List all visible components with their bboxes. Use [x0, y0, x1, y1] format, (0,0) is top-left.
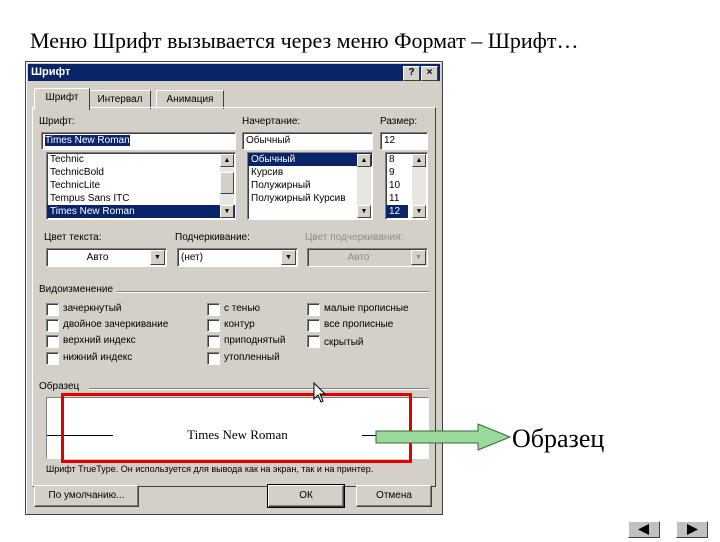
ok-button[interactable]: ОК [267, 484, 345, 508]
preview-note: Шрифт TrueType. Он используется для выво… [46, 464, 374, 474]
scroll-thumb[interactable] [220, 172, 234, 194]
emboss-checkbox[interactable] [207, 335, 220, 348]
nav-next-icon [687, 524, 698, 535]
font-name-value: Times New Roman [45, 135, 130, 146]
size-list-scrollbar[interactable]: ▲ ▼ [412, 154, 426, 218]
outline-label[interactable]: контур [224, 319, 255, 330]
dropdown-arrow-icon[interactable]: ▼ [150, 250, 165, 265]
default-button-label: По умолчанию... [48, 490, 125, 501]
scroll-down-icon[interactable]: ▼ [357, 205, 371, 218]
close-icon[interactable]: × [421, 66, 438, 81]
list-item[interactable]: Полужирный [248, 179, 372, 192]
font-name-input[interactable]: Times New Roman [41, 132, 236, 150]
underline-value: (нет) [181, 252, 203, 263]
color-select[interactable]: Авто ▼ [46, 248, 167, 267]
hidden-checkbox[interactable] [307, 335, 320, 348]
superscript-checkbox[interactable] [46, 335, 59, 348]
underline-label: Подчеркивание: [175, 232, 250, 243]
color-value: Авто [86, 252, 109, 263]
scroll-down-icon[interactable]: ▼ [220, 205, 234, 218]
callout-label: Образец [512, 424, 605, 453]
underline-color-select: Авто ▼ [307, 248, 428, 267]
emboss-label[interactable]: приподнятый [224, 335, 285, 346]
underline-select[interactable]: (нет) ▼ [177, 248, 298, 267]
nav-prev-button[interactable] [628, 521, 660, 538]
underline-color-value: Авто [347, 252, 370, 263]
arrow-right-icon [375, 423, 512, 451]
slide-title: Меню Шрифт вызывается через меню Формат … [30, 28, 579, 53]
small-caps-checkbox[interactable] [307, 303, 320, 316]
font-list-scrollbar[interactable]: ▲ ▼ [220, 154, 234, 218]
list-item[interactable]: Полужирный Курсив [248, 192, 372, 205]
style-label: Начертание: [242, 116, 301, 127]
dialog-title: Шрифт [31, 66, 71, 78]
style-list[interactable]: Обычный Курсив Полужирный Полужирный Кур… [247, 152, 373, 220]
double-strikethrough-checkbox[interactable] [46, 319, 59, 332]
default-button[interactable]: По умолчанию... [34, 485, 139, 507]
hidden-label[interactable]: скрытый [324, 337, 363, 348]
shadow-checkbox[interactable] [207, 303, 220, 316]
font-label: Шрифт: [39, 116, 75, 127]
subscript-checkbox[interactable] [46, 352, 59, 365]
preview-divider [89, 388, 429, 390]
scroll-down-icon[interactable]: ▼ [412, 205, 426, 218]
size-label: Размер: [380, 116, 418, 127]
tab-font[interactable]: Шрифт [34, 88, 90, 110]
font-list[interactable]: Technic TechnicBold TechnicLite Tempus S… [46, 152, 236, 220]
shadow-label[interactable]: с тенью [224, 303, 260, 314]
style-input[interactable]: Обычный [242, 132, 373, 150]
effects-divider [117, 291, 429, 293]
list-item[interactable]: TechnicBold [47, 166, 235, 179]
dropdown-arrow-icon: ▼ [411, 250, 426, 265]
strikethrough-label[interactable]: зачеркнутый [63, 303, 122, 314]
cancel-button[interactable]: Отмена [356, 485, 432, 507]
list-item[interactable]: Курсив [248, 166, 372, 179]
ok-button-label: ОК [299, 490, 313, 501]
dialog-titlebar: Шрифт ? × [28, 64, 440, 81]
color-label: Цвет текста: [44, 232, 102, 243]
list-item[interactable]: TechnicLite [47, 179, 235, 192]
dropdown-arrow-icon[interactable]: ▼ [281, 250, 296, 265]
list-item[interactable]: Tempus Sans ITC [47, 192, 235, 205]
underline-color-label: Цвет подчеркивания: [305, 232, 404, 243]
scroll-up-icon[interactable]: ▲ [412, 154, 426, 167]
scroll-up-icon[interactable]: ▲ [220, 154, 234, 167]
list-item[interactable]: Technic [47, 153, 235, 166]
mouse-cursor-icon [313, 382, 327, 403]
superscript-label[interactable]: верхний индекс [63, 335, 136, 346]
outline-checkbox[interactable] [207, 319, 220, 332]
size-list[interactable]: 8 9 10 11 12 ▲ ▼ [385, 152, 428, 220]
strikethrough-checkbox[interactable] [46, 303, 59, 316]
list-item[interactable]: Обычный [248, 153, 372, 166]
small-caps-label[interactable]: малые прописные [324, 303, 409, 314]
list-item[interactable]: Times New Roman [47, 205, 235, 218]
help-icon[interactable]: ? [403, 66, 420, 81]
nav-next-button[interactable] [676, 521, 708, 538]
preview-label: Образец [39, 381, 80, 392]
all-caps-checkbox[interactable] [307, 319, 320, 332]
size-input[interactable]: 12 [380, 132, 428, 150]
scroll-up-icon[interactable]: ▲ [357, 154, 371, 167]
effects-label: Видоизменение [39, 284, 114, 295]
subscript-label[interactable]: нижний индекс [63, 352, 132, 363]
engrave-label[interactable]: утопленный [224, 352, 280, 363]
list-item[interactable]: 12 [386, 205, 408, 218]
engrave-checkbox[interactable] [207, 352, 220, 365]
all-caps-label[interactable]: все прописные [324, 319, 393, 330]
nav-prev-icon [638, 524, 649, 535]
preview-highlight-frame [61, 393, 412, 463]
style-list-scrollbar[interactable]: ▲ ▼ [357, 154, 371, 218]
cancel-button-label: Отмена [376, 490, 412, 501]
double-strikethrough-label[interactable]: двойное зачеркивание [63, 319, 168, 330]
